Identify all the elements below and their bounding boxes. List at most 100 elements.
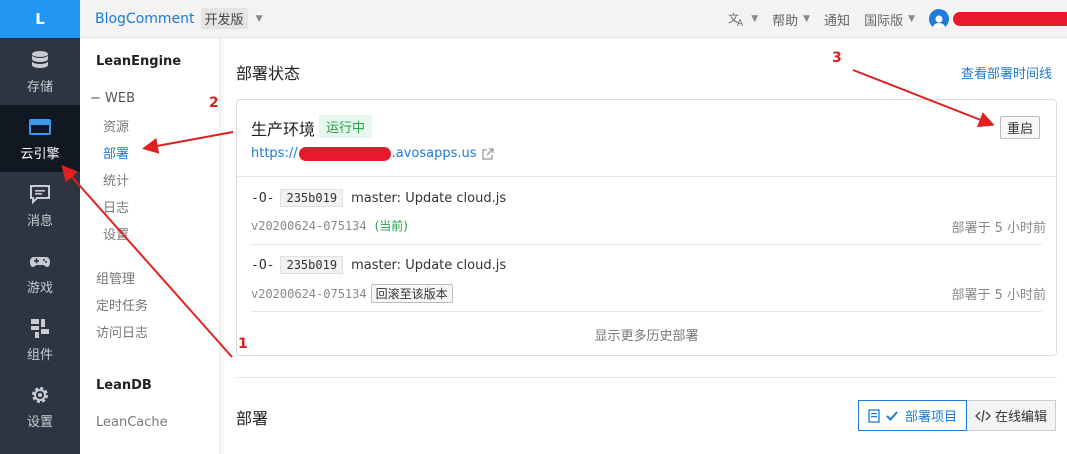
language-menu[interactable]: 文A ▼ (728, 11, 758, 27)
message-icon (30, 184, 50, 204)
avatar[interactable] (929, 9, 949, 29)
page-title: 部署状态 (236, 64, 301, 83)
sidebar-item-leancache[interactable]: LeanCache (96, 415, 168, 430)
app-logo[interactable]: L (0, 0, 80, 38)
section-divider (236, 377, 1057, 378)
components-icon (31, 318, 49, 338)
commit-message: master: Update cloud.js (351, 257, 507, 273)
collapse-icon: − (90, 91, 106, 106)
sidebar-item-cron[interactable]: 定时任务 (96, 295, 148, 314)
version-id: v20200624-075134 (251, 286, 367, 301)
annotation-number-2: 2 (209, 95, 219, 111)
sidebar-item-stats[interactable]: 统计 (103, 170, 129, 189)
environment-card: 生产环境 运行中 重启 https:// .avosapps.us -O- 23… (236, 99, 1057, 356)
annotation-number-1: 1 (238, 336, 248, 352)
chevron-down-icon: ▼ (908, 14, 915, 24)
env-badge: 开发版 (200, 8, 248, 29)
environment-title: 生产环境 (251, 120, 316, 139)
timeline-link[interactable]: 查看部署时间线 (961, 63, 1052, 82)
sidebar-item-label: 游戏 (26, 280, 53, 296)
user-icon (932, 15, 946, 29)
sidebar-item-label: 云引擎 (20, 146, 60, 162)
version-info: v20200624-075134 回滚至该版本 (251, 284, 453, 303)
sidebar-item-group-mgmt[interactable]: 组管理 (96, 268, 135, 287)
sidebar-item-cloud-engine[interactable]: 云引擎 (0, 105, 80, 172)
sidebar-item-messages[interactable]: 消息 (0, 172, 80, 239)
chevron-down-icon: ▼ (751, 14, 759, 24)
annotation-number-3: 3 (832, 50, 842, 66)
sidebar-item-components[interactable]: 组件 (0, 306, 80, 373)
deploy-project-label: 部署项目 (904, 410, 957, 425)
sidebar-item-label: 存储 (26, 79, 53, 95)
primary-sidebar: L 存储 云引擎 消息 游戏 组件 设置 (0, 0, 80, 454)
translate-icon: 文A (728, 11, 744, 27)
deployment-row: -O- 235b019 master: Update cloud.js v202… (251, 189, 1046, 236)
restart-button[interactable]: 重启 (999, 116, 1040, 139)
divider (251, 244, 1042, 245)
divider (237, 176, 1056, 177)
sidebar-item-resources[interactable]: 资源 (103, 116, 129, 135)
top-right-menu: 文A ▼ 帮助 ▼ 通知 国际版 ▼ (728, 0, 1067, 38)
chevron-down-icon[interactable]: ▼ (256, 14, 263, 24)
commit-hash[interactable]: 235b019 (280, 189, 344, 207)
online-edit-button[interactable]: 在线编辑 (966, 400, 1056, 431)
help-label: 帮助 (772, 13, 799, 29)
check-icon (886, 410, 898, 421)
commit-icon: -O- (251, 257, 275, 273)
section-leanengine: LeanEngine (96, 54, 182, 69)
app-name[interactable]: BlogComment (95, 11, 195, 27)
region-menu[interactable]: 国际版 ▼ (864, 10, 915, 29)
gear-icon (32, 386, 48, 403)
sidebar-item-label: 消息 (26, 213, 53, 229)
database-icon (32, 50, 48, 68)
url-suffix: .avosapps.us (391, 146, 477, 161)
sidebar-item-logs[interactable]: 日志 (103, 197, 129, 216)
app-url-link[interactable]: https:// .avosapps.us (251, 146, 495, 161)
sidebar-item-access-log[interactable]: 访问日志 (96, 322, 148, 341)
commit-icon: -O- (251, 190, 275, 206)
sidebar-item-label: 设置 (26, 414, 53, 430)
document-icon (868, 408, 880, 423)
top-bar: BlogComment 开发版 ▼ 文A ▼ 帮助 ▼ 通知 国际版 ▼ (80, 0, 1067, 38)
main-content: 部署状态 查看部署时间线 生产环境 运行中 重启 https:// .avosa… (226, 38, 1067, 454)
redacted-domain (298, 146, 391, 161)
sidebar-item-web-settings[interactable]: 设置 (103, 224, 129, 243)
gamepad-icon (30, 256, 50, 267)
commit-info: -O- 235b019 master: Update cloud.js (251, 256, 506, 274)
code-icon (975, 409, 991, 422)
sidebar-item-games[interactable]: 游戏 (0, 239, 80, 306)
url-prefix: https:// (251, 146, 298, 161)
divider (251, 311, 1042, 312)
deploy-mode-toggle: 部署项目 在线编辑 (857, 400, 1056, 431)
commit-message: master: Update cloud.js (351, 190, 507, 206)
status-badge: 运行中 (319, 115, 373, 138)
secondary-sidebar: LeanEngine − WEB 资源 部署 统计 日志 设置 组管理 定时任务… (80, 38, 225, 454)
deploy-project-button[interactable]: 部署项目 (857, 400, 967, 431)
commit-hash[interactable]: 235b019 (280, 256, 344, 274)
online-edit-label: 在线编辑 (994, 410, 1047, 425)
rollback-button[interactable]: 回滚至该版本 (370, 284, 453, 303)
current-marker: (当前) (374, 219, 408, 233)
sidebar-item-label: 组件 (26, 347, 53, 363)
show-more-deploys[interactable]: 显示更多历史部署 (237, 325, 1056, 344)
deploy-time: 部署于 5 小时前 (951, 221, 1046, 236)
chevron-down-icon: ▼ (803, 14, 811, 24)
section-leandb: LeanDB (96, 378, 152, 393)
deployment-row: -O- 235b019 master: Update cloud.js v202… (251, 256, 1046, 303)
group-web-label: WEB (105, 91, 136, 106)
svg-text:A: A (737, 19, 744, 27)
help-menu[interactable]: 帮助 ▼ (772, 10, 810, 29)
sidebar-item-storage[interactable]: 存储 (0, 38, 80, 105)
external-link-icon (481, 147, 494, 160)
sidebar-shadow (219, 38, 225, 454)
group-web[interactable]: − WEB (90, 91, 135, 106)
region-label: 国际版 (864, 13, 904, 29)
version-info: v20200624-075134 (当前) (251, 217, 408, 234)
notice-label: 通知 (824, 13, 851, 29)
cloud-engine-icon (29, 118, 51, 135)
commit-info: -O- 235b019 master: Update cloud.js (251, 189, 506, 207)
version-id: v20200624-075134 (251, 218, 367, 233)
sidebar-item-deploy[interactable]: 部署 (103, 143, 129, 162)
sidebar-item-settings[interactable]: 设置 (0, 373, 80, 440)
notice-link[interactable]: 通知 (824, 10, 850, 29)
